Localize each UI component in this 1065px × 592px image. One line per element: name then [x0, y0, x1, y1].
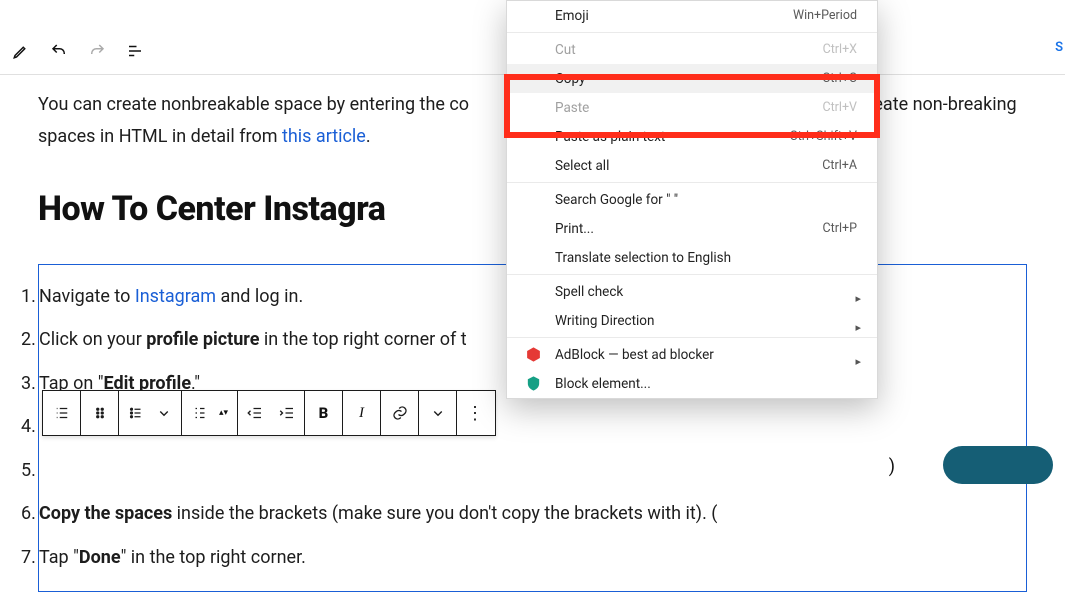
ctx-select-all[interactable]: Select allCtrl+A — [507, 151, 877, 180]
ctx-block-element[interactable]: Block element... — [507, 369, 877, 398]
context-menu[interactable]: EmojiWin+Period CutCtrl+X CopyCtrl+C Pas… — [506, 0, 878, 399]
indent-controls[interactable] — [238, 391, 305, 435]
list-style-dropdown[interactable] — [119, 391, 182, 435]
adblock-icon — [525, 346, 542, 363]
highlight-pill — [943, 446, 1053, 484]
undo-icon[interactable] — [50, 42, 68, 60]
intro-text-a: You can create nonbreakable space by ent… — [38, 94, 469, 115]
intro-text-c: . — [366, 126, 371, 147]
ctx-writing-direction[interactable]: Writing Direction — [507, 306, 877, 335]
ctx-adblock[interactable]: AdBlock — best ad blocker — [507, 340, 877, 369]
kebab-icon: ⋮ — [466, 403, 486, 424]
block-toolbar[interactable]: ▴▾ B I ⋮ — [42, 390, 496, 436]
instagram-link[interactable]: Instagram — [135, 286, 216, 307]
indent-icon[interactable] — [278, 404, 296, 422]
paren-fragment: ) — [889, 456, 895, 477]
intro-text-b: spaces in HTML in detail from — [38, 126, 282, 147]
chevron-down-icon — [155, 404, 173, 422]
ctx-translate[interactable]: Translate selection to English — [507, 243, 877, 272]
list-item[interactable]: Tap "Done" in the top right corner. — [19, 536, 1026, 580]
italic-button[interactable]: I — [343, 391, 381, 435]
list-item[interactable] — [19, 449, 1026, 493]
ctx-paste[interactable]: PasteCtrl+V — [507, 93, 877, 122]
chevron-down-icon — [429, 404, 447, 422]
ctx-spell-check[interactable]: Spell check — [507, 277, 877, 306]
intro-link[interactable]: this article — [282, 126, 366, 147]
outline-icon[interactable] — [126, 42, 144, 60]
ctx-search-google[interactable]: Search Google for " " — [507, 185, 877, 214]
ctx-emoji[interactable]: EmojiWin+Period — [507, 1, 877, 30]
drag-handle[interactable] — [81, 391, 119, 435]
ctx-cut[interactable]: CutCtrl+X — [507, 35, 877, 64]
bold-button[interactable]: B — [305, 391, 343, 435]
list-type-button[interactable] — [43, 391, 81, 435]
order-controls[interactable]: ▴▾ — [182, 391, 238, 435]
more-options-button[interactable]: ⋮ — [457, 391, 495, 435]
redo-icon[interactable] — [88, 42, 106, 60]
ctx-copy[interactable]: CopyCtrl+C — [507, 64, 877, 93]
link-button[interactable] — [381, 391, 419, 435]
more-inline-button[interactable] — [419, 391, 457, 435]
outdent-icon[interactable] — [246, 404, 264, 422]
sidebar-toggle-s[interactable]: S — [1055, 40, 1063, 55]
ctx-print[interactable]: Print...Ctrl+P — [507, 214, 877, 243]
intro-text-right: create non-breaking — [858, 94, 1017, 115]
list-item[interactable]: Copy the spaces inside the brackets (mak… — [19, 492, 1026, 536]
draw-icon[interactable] — [12, 42, 30, 60]
ctx-paste-plain[interactable]: Paste as plain textCtrl+Shift+V — [507, 122, 877, 151]
ublock-icon — [525, 375, 542, 392]
